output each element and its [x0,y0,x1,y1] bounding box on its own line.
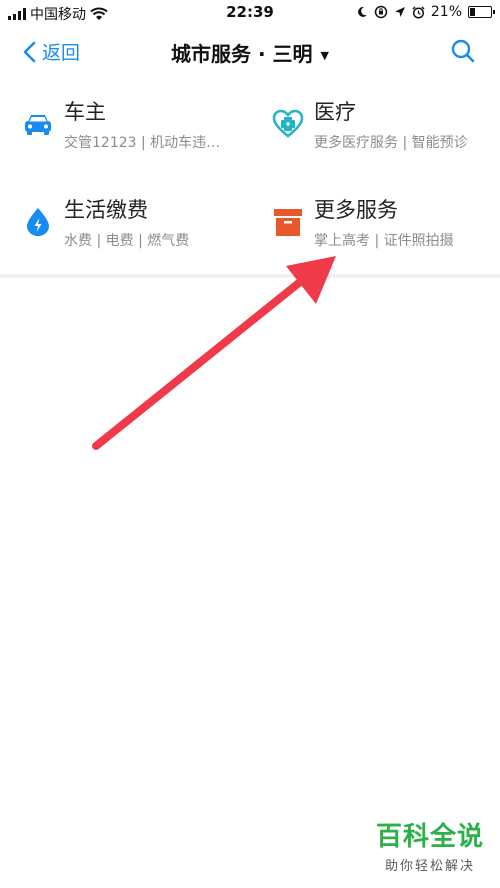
service-medical[interactable]: 医疗 更多医疗服务 | 智能预诊 [272,92,500,176]
moon-icon [357,6,367,17]
service-desc: 水费 | 电费 | 燃气费 [64,233,190,249]
service-utility-bills[interactable]: 生活缴费 水费 | 电费 | 燃气费 [22,190,262,274]
service-desc: 交管12123 | 机动车违… [64,135,221,151]
water-drop-icon [27,208,49,236]
lock-rotation-icon [374,5,388,19]
nav-bar: 返回 城市服务 · 三明 ▼ [0,26,500,78]
battery-icon [468,6,495,18]
service-car-owner[interactable]: 车主 交管12123 | 机动车违… [22,92,262,176]
page-title: 城市服务 · 三明 [171,42,313,66]
location-icon [394,7,405,17]
search-icon[interactable] [450,38,476,64]
service-name: 医疗 [314,100,356,124]
service-more[interactable]: 更多服务 掌上高考 | 证件照拍摄 [272,190,500,274]
battery-percent: 21% [430,4,462,20]
city-selector[interactable]: 城市服务 · 三明 ▼ [0,38,500,67]
status-right: 21% [356,4,495,20]
service-desc: 更多医疗服务 | 智能预诊 [314,135,468,151]
service-name: 更多服务 [314,198,398,222]
service-name: 车主 [64,100,106,124]
box-icon [274,209,302,236]
section-divider [0,274,500,278]
watermark-title: 百科全说 [375,822,484,852]
service-desc: 掌上高考 | 证件照拍摄 [314,233,454,249]
alarm-icon [412,5,425,19]
service-grid: 车主 交管12123 | 机动车违… 医疗 更多医疗服务 | 智能预诊 生活缴费… [0,88,500,274]
status-bar: 中国移动 22:39 21% [0,0,500,26]
service-name: 生活缴费 [64,198,148,222]
watermark-subtitle: 助你轻松解决 [384,859,475,874]
watermark: 百科全说 助你轻松解决 [376,816,484,874]
medical-heart-icon [272,109,304,138]
arrow-shaft [92,278,304,450]
caret-down-icon: ▼ [320,49,329,62]
car-icon [25,115,51,135]
